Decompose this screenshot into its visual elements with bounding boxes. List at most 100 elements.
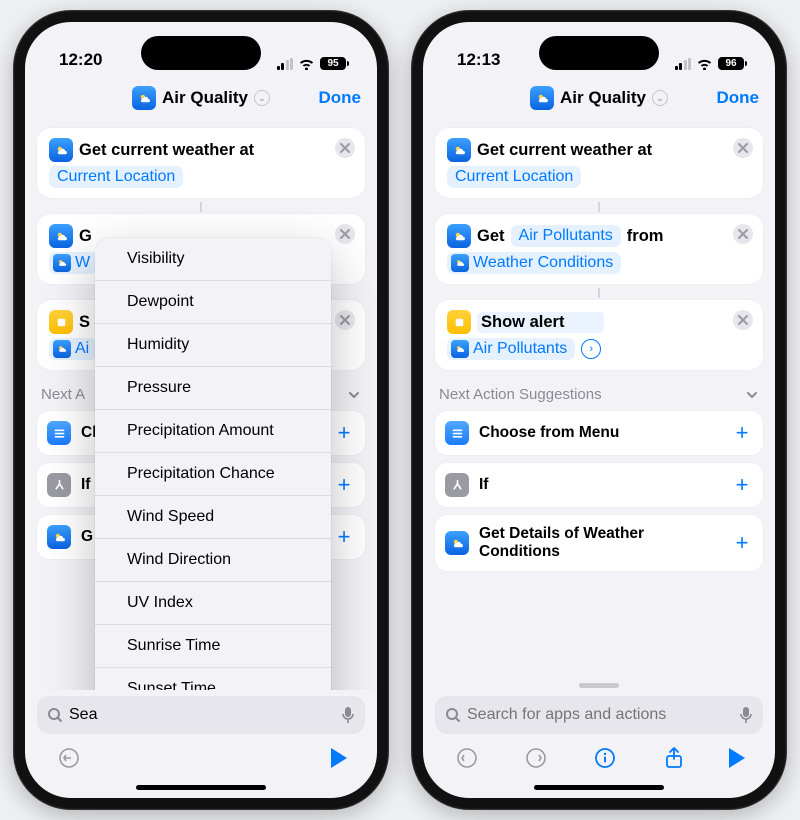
weather-app-icon: [49, 224, 73, 248]
weather-app-icon: [132, 86, 156, 110]
alert-icon: [447, 310, 471, 334]
nav-title[interactable]: Air Quality ⌄: [530, 86, 668, 110]
property-picker-menu: Visibility Dewpoint Humidity Pressure Pr…: [95, 238, 331, 690]
mic-icon[interactable]: [739, 706, 753, 724]
weather-app-icon: [447, 138, 471, 162]
add-suggestion-button[interactable]: +: [333, 422, 355, 444]
chevron-down-icon: ⌄: [652, 90, 668, 106]
menu-item-pressure[interactable]: Pressure: [95, 367, 331, 410]
run-button[interactable]: [331, 748, 347, 768]
alert-icon: [49, 310, 73, 334]
dynamic-island: [539, 36, 659, 70]
close-icon: [340, 315, 350, 325]
nav-title[interactable]: Air Quality ⌄: [132, 86, 270, 110]
done-button[interactable]: Done: [717, 88, 760, 108]
sheet-grabber[interactable]: [579, 683, 619, 688]
undo-button[interactable]: [453, 744, 481, 772]
action-show-alert[interactable]: Show alert Air Pollutants ›: [435, 300, 763, 370]
weather-conditions-param[interactable]: Weather Conditions: [447, 252, 621, 274]
search-field[interactable]: [435, 696, 763, 734]
battery-icon: 96: [718, 57, 747, 70]
search-icon: [445, 707, 461, 723]
phone-left: 12:20 95 Air Quality ⌄: [13, 10, 389, 810]
redo-button[interactable]: [522, 744, 550, 772]
delete-action-button[interactable]: [335, 310, 355, 330]
menu-item-uv-index[interactable]: UV Index: [95, 582, 331, 625]
suggestion-get-details[interactable]: Get Details of Weather Conditions +: [435, 515, 763, 571]
action-get-details[interactable]: Get Air Pollutants from Weather Conditio…: [435, 214, 763, 284]
alert-param[interactable]: Air Pollutants: [447, 338, 575, 360]
menu-item-precip-chance[interactable]: Precipitation Chance: [95, 453, 331, 496]
menu-item-humidity[interactable]: Humidity: [95, 324, 331, 367]
run-button[interactable]: [729, 748, 745, 768]
menu-item-wind-speed[interactable]: Wind Speed: [95, 496, 331, 539]
signal-icon: [277, 58, 294, 70]
connector: [435, 202, 763, 210]
if-icon: [445, 473, 469, 497]
close-icon: [340, 229, 350, 239]
status-time: 12:20: [59, 50, 102, 70]
add-suggestion-button[interactable]: +: [731, 532, 753, 554]
add-suggestion-button[interactable]: +: [731, 422, 753, 444]
menu-item-sunrise[interactable]: Sunrise Time: [95, 625, 331, 668]
close-icon: [738, 315, 748, 325]
connector: [37, 202, 365, 210]
home-indicator[interactable]: [136, 785, 266, 790]
bottom-panel: [25, 690, 377, 798]
weather-app-icon: [451, 254, 469, 272]
close-icon: [738, 229, 748, 239]
menu-item-dewpoint[interactable]: Dewpoint: [95, 281, 331, 324]
delete-action-button[interactable]: [733, 138, 753, 158]
home-indicator[interactable]: [534, 785, 664, 790]
battery-icon: 95: [320, 57, 349, 70]
close-icon: [340, 143, 350, 153]
suggestions-header[interactable]: Next Action Suggestions: [439, 386, 759, 403]
weather-app-icon: [447, 224, 471, 248]
weather-app-icon: [530, 86, 554, 110]
location-param[interactable]: Current Location: [447, 166, 581, 188]
search-input[interactable]: [69, 706, 335, 724]
wifi-icon: [298, 58, 315, 70]
status-indicators: 96: [675, 57, 748, 70]
alert-param[interactable]: Ai: [49, 338, 97, 360]
suggestion-choose-menu[interactable]: Choose from Menu +: [435, 411, 763, 455]
weather-conditions-param[interactable]: W: [49, 252, 98, 274]
action-get-weather[interactable]: Get current weather at Current Location: [435, 128, 763, 198]
expand-param-button[interactable]: ›: [581, 339, 601, 359]
close-icon: [738, 143, 748, 153]
menu-icon: [445, 421, 469, 445]
search-field[interactable]: [37, 696, 365, 734]
menu-item-visibility[interactable]: Visibility: [95, 238, 331, 281]
done-button[interactable]: Done: [319, 88, 362, 108]
search-icon: [47, 707, 63, 723]
share-button[interactable]: [660, 744, 688, 772]
menu-item-precip-amount[interactable]: Precipitation Amount: [95, 410, 331, 453]
delete-action-button[interactable]: [733, 224, 753, 244]
delete-action-button[interactable]: [335, 138, 355, 158]
undo-button[interactable]: [55, 744, 83, 772]
menu-item-wind-direction[interactable]: Wind Direction: [95, 539, 331, 582]
action-get-weather[interactable]: Get current weather at Current Location: [37, 128, 365, 198]
mic-icon[interactable]: [341, 706, 355, 724]
if-icon: [47, 473, 71, 497]
info-button[interactable]: [591, 744, 619, 772]
delete-action-button[interactable]: [335, 224, 355, 244]
suggestion-if[interactable]: If +: [435, 463, 763, 507]
wifi-icon: [696, 58, 713, 70]
location-param[interactable]: Current Location: [49, 166, 183, 188]
chevron-down-icon: [745, 388, 759, 402]
delete-action-button[interactable]: [733, 310, 753, 330]
nav-bar: Air Quality ⌄ Done: [25, 76, 377, 120]
add-suggestion-button[interactable]: +: [333, 474, 355, 496]
nav-bar: Air Quality ⌄ Done: [423, 76, 775, 120]
add-suggestion-button[interactable]: +: [333, 526, 355, 548]
property-param[interactable]: Air Pollutants: [511, 225, 621, 247]
chevron-down-icon: ⌄: [254, 90, 270, 106]
battery-level: 96: [718, 57, 744, 70]
editor-canvas: Get current weather at Current Location: [423, 120, 775, 673]
menu-item-sunset[interactable]: Sunset Time: [95, 668, 331, 690]
dynamic-island: [141, 36, 261, 70]
search-input[interactable]: [467, 706, 733, 724]
chevron-down-icon: [347, 388, 361, 402]
add-suggestion-button[interactable]: +: [731, 474, 753, 496]
